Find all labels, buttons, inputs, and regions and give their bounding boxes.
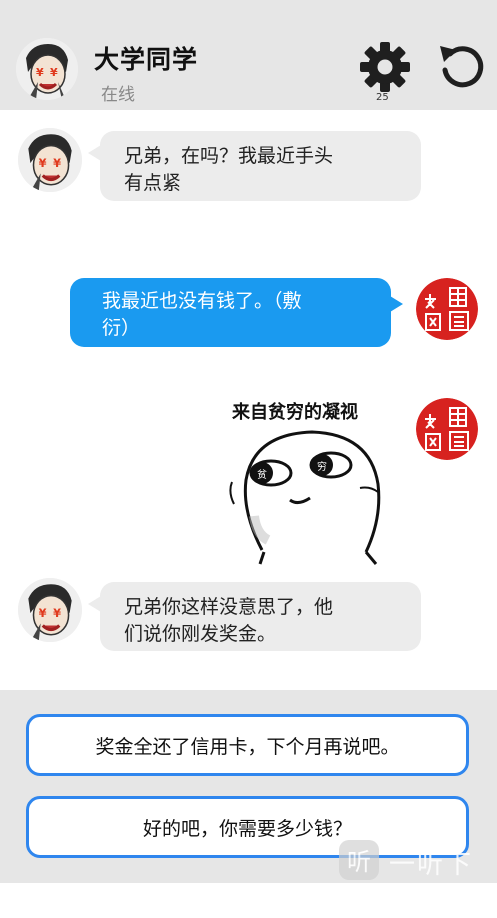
gear-icon[interactable] bbox=[358, 40, 412, 94]
settings-badge: 25 bbox=[376, 92, 389, 103]
friend-avatar[interactable]: ¥ ¥ bbox=[18, 128, 82, 192]
reply-option-button[interactable]: 奖金全还了信用卡，下个月再说吧。 bbox=[26, 714, 469, 776]
message-text-line: 有点紧 bbox=[124, 172, 182, 194]
sticker-eye-text: 贫 bbox=[257, 468, 267, 481]
contact-status: 在线 bbox=[101, 85, 135, 105]
sticker-image[interactable]: 来自贫穷的凝视 贫 穷 bbox=[228, 392, 398, 567]
svg-text:¥: ¥ bbox=[39, 606, 47, 620]
sticker-face-drawing: 贫 穷 bbox=[229, 430, 381, 565]
svg-text:¥: ¥ bbox=[53, 156, 61, 170]
friend-avatar-drawing: ¥ ¥ bbox=[18, 578, 82, 642]
message-text-line: 衍） bbox=[102, 317, 141, 339]
seal-stamp-icon bbox=[416, 278, 478, 340]
friend-avatar-drawing: ¥ ¥ bbox=[18, 128, 82, 192]
bubble-tail bbox=[88, 145, 101, 161]
chat-header: ¥ ¥ 大学同学 在线 25 bbox=[0, 0, 497, 110]
watermark-text: 一听下载 bbox=[389, 850, 474, 917]
svg-text:¥: ¥ bbox=[53, 606, 61, 620]
bubble-tail bbox=[88, 596, 101, 612]
watermark-logo-icon: 听 bbox=[339, 840, 379, 880]
watermark: 听 一听下载 bbox=[337, 838, 497, 917]
contact-avatar[interactable]: ¥ ¥ bbox=[16, 38, 78, 100]
message-text-line: 兄弟，在吗？我最近手头 bbox=[124, 145, 334, 167]
message-text-line: 我最近也没有钱了。（敷 bbox=[102, 290, 302, 312]
contact-name: 大学同学 bbox=[94, 45, 199, 74]
message-bubble-friend: 兄弟，在吗？我最近手头 有点紧 bbox=[88, 131, 421, 201]
message-text-line: 们说你刚发奖金。 bbox=[124, 623, 277, 645]
my-avatar[interactable] bbox=[416, 398, 478, 460]
bubble-tail bbox=[390, 296, 403, 312]
svg-text:¥: ¥ bbox=[50, 66, 58, 79]
svg-text:¥: ¥ bbox=[39, 156, 47, 170]
friend-avatar[interactable]: ¥ ¥ bbox=[18, 578, 82, 642]
svg-text:听: 听 bbox=[347, 848, 371, 876]
message-text-line: 兄弟你这样没意思了，他 bbox=[124, 596, 334, 618]
my-avatar[interactable] bbox=[416, 278, 478, 340]
svg-text:¥: ¥ bbox=[36, 66, 44, 79]
seal-stamp-icon bbox=[416, 398, 478, 460]
sticker-eye-text: 穷 bbox=[317, 460, 327, 473]
message-bubble-me: 我最近也没有钱了。（敷 衍） bbox=[70, 278, 403, 347]
message-bubble-friend: 兄弟你这样没意思了，他 们说你刚发奖金。 bbox=[88, 582, 421, 651]
refresh-icon[interactable] bbox=[436, 40, 486, 92]
contact-avatar-drawing: ¥ ¥ bbox=[16, 38, 78, 100]
